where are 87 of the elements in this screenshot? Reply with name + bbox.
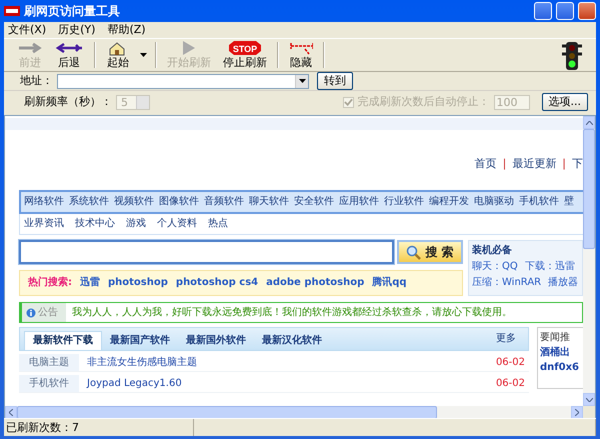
subnav-link[interactable]: 技术中心: [75, 218, 115, 230]
hot-search-link[interactable]: photoshop cs4: [176, 277, 258, 289]
news-link[interactable]: dnf0x6: [540, 362, 581, 374]
info-icon: [26, 308, 36, 318]
link-separator: |: [502, 157, 506, 171]
refresh-rate-label: 刷新频率（秒）：: [24, 95, 112, 109]
nav-link[interactable]: 系统软件: [69, 196, 109, 208]
software-link[interactable]: 下载：迅雷: [524, 261, 575, 273]
maximize-button[interactable]: [556, 2, 574, 20]
address-label: 地址：: [20, 74, 53, 88]
window-title: 刷网页访问量工具: [24, 4, 120, 18]
hot-search-label: 热门搜索:: [28, 277, 72, 289]
subnav-link[interactable]: 个人资料: [157, 218, 197, 230]
tab[interactable]: 最新国产软件: [102, 332, 178, 350]
auto-stop-label: 完成刷新次数后自动停止：: [358, 95, 490, 109]
vertical-scrollbar[interactable]: [583, 116, 595, 406]
essentials-title: 装机必备: [472, 245, 513, 257]
scroll-thumb[interactable]: [17, 406, 437, 419]
notice-label: 公告: [22, 303, 66, 322]
scroll-left-button[interactable]: [5, 406, 17, 419]
scroll-down-button[interactable]: [583, 393, 595, 406]
search-icon: [406, 244, 422, 260]
refresh-count-status: 已刷新次数：7: [6, 420, 79, 434]
news-panel-title: 要闻推: [540, 332, 571, 344]
date-text: 06-02: [496, 378, 526, 390]
category-cell: 电脑主题: [19, 354, 79, 371]
subnav-link[interactable]: 游戏: [126, 218, 146, 230]
category-cell: 手机软件: [19, 375, 79, 392]
nav-link[interactable]: 编程开发: [429, 196, 469, 208]
search-button[interactable]: 搜 索: [397, 240, 463, 264]
nav-link[interactable]: 聊天软件: [249, 196, 289, 208]
scroll-up-button[interactable]: [583, 116, 595, 129]
software-link[interactable]: Joypad Legacy1.60: [79, 378, 496, 390]
tab[interactable]: 最新国外软件: [178, 332, 254, 350]
horizontal-scrollbar[interactable]: [5, 406, 583, 419]
hot-search-link[interactable]: 腾讯qq: [372, 277, 407, 289]
menu-item[interactable]: 文件(X): [8, 23, 46, 37]
tab[interactable]: 最新汉化软件: [254, 332, 330, 350]
nav-link[interactable]: 电脑驱动: [474, 196, 514, 208]
toolbar-button[interactable]: STOP 停止刷新: [217, 39, 273, 71]
address-field[interactable]: [57, 74, 309, 88]
link-separator: |: [562, 157, 566, 171]
nav-link[interactable]: 视频软件: [114, 196, 154, 208]
hot-search-link[interactable]: photoshop: [108, 277, 168, 289]
tab[interactable]: 最新软件下载: [24, 331, 102, 350]
subnav-link[interactable]: 业界资讯: [24, 218, 64, 230]
scroll-thumb[interactable]: [583, 129, 595, 249]
search-field[interactable]: [19, 240, 394, 264]
toolbar-button[interactable]: 起始: [100, 39, 136, 71]
nav-link[interactable]: 行业软件: [384, 196, 424, 208]
menu-item[interactable]: 帮助(Z): [107, 23, 146, 37]
toolbar-button[interactable]: 后退: [48, 39, 90, 71]
stop-sign-icon: STOP: [228, 40, 262, 56]
software-link[interactable]: 播放器: [548, 277, 578, 289]
go-button[interactable]: 转到: [317, 72, 353, 90]
close-button[interactable]: [578, 2, 596, 20]
top-link[interactable]: 下: [572, 157, 583, 171]
subnav-link[interactable]: 热点: [208, 218, 228, 230]
hot-search-link[interactable]: adobe photoshop: [266, 277, 364, 289]
top-link[interactable]: 首页: [474, 157, 497, 171]
toolbar-button[interactable]: 隐藏: [283, 39, 319, 71]
traffic-light-icon: [562, 42, 582, 70]
chevron-right-icon: [575, 409, 579, 416]
more-link[interactable]: 更多: [496, 333, 528, 345]
scroll-right-button[interactable]: [571, 406, 583, 419]
dropdown-arrow-icon: [298, 79, 306, 83]
software-link[interactable]: 聊天：QQ: [472, 261, 518, 273]
chevron-left-icon: [9, 409, 13, 416]
nav-link[interactable]: 应用软件: [339, 196, 379, 208]
news-link[interactable]: 酒桶出: [540, 347, 581, 359]
minimize-button[interactable]: [534, 2, 552, 20]
date-text: 06-02: [496, 356, 526, 368]
software-link[interactable]: 非主流女生伤感电脑主题: [79, 356, 496, 368]
menu-item[interactable]: 历史(Y): [58, 23, 96, 37]
nav-link[interactable]: 安全软件: [294, 196, 334, 208]
nav-link[interactable]: 图像软件: [159, 196, 199, 208]
nav-link[interactable]: 手机软件: [519, 196, 559, 208]
hot-search-link[interactable]: 迅雷: [80, 277, 100, 289]
top-link[interactable]: 最近更新: [512, 157, 556, 171]
notice-text: 我为人人，人人为我，好听下载永远免费到底！我们的软件游戏都经过杀软查杀，请放心下载使用。: [72, 306, 512, 318]
nav-link[interactable]: 网络软件: [24, 196, 64, 208]
nav-link[interactable]: 音频软件: [204, 196, 244, 208]
app-icon: [4, 6, 20, 16]
chevron-up-icon: [586, 120, 592, 124]
nav-link[interactable]: 壁: [564, 196, 574, 208]
chevron-down-icon: [586, 398, 592, 402]
software-link[interactable]: 压缩：WinRAR: [472, 277, 542, 289]
